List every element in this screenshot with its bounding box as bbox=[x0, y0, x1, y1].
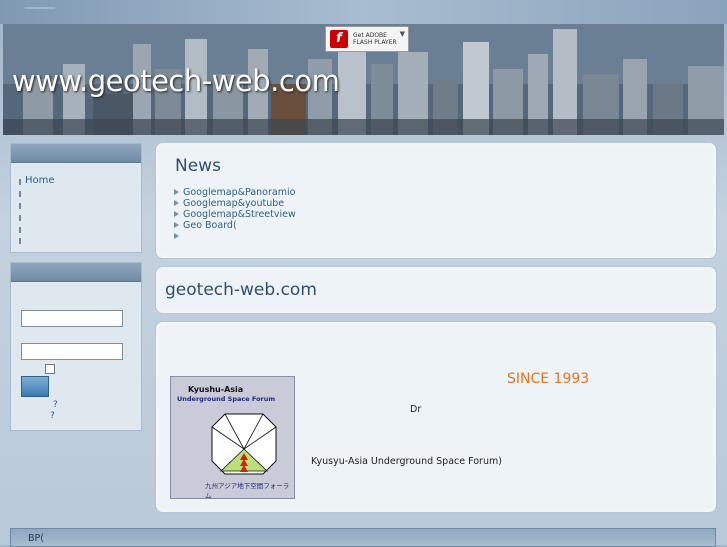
news-panel: News Googlemap&Panoramio Googlemap&youtu… bbox=[155, 142, 717, 259]
dr-text: Dr bbox=[410, 404, 422, 415]
flash-badge-line1: Get ADOBE bbox=[353, 32, 387, 39]
menu-bullet-icon bbox=[19, 227, 21, 233]
news-item-label: Googlemap&Streetview bbox=[183, 209, 296, 220]
top-decor-strip bbox=[0, 0, 727, 24]
footer-bar: BP( bbox=[10, 528, 716, 547]
site-name-heading: geotech-web.com bbox=[165, 280, 317, 300]
sidebar-login-header bbox=[11, 263, 141, 282]
flash-badge-text: Get ADOBE FLASH PLAYER bbox=[353, 32, 397, 46]
get-flash-player-button[interactable]: f Get ADOBE FLASH PLAYER ▼ bbox=[325, 26, 409, 52]
password-input[interactable] bbox=[21, 343, 123, 360]
content-panel: Kyushu-Asia Underground Space Forum 九州アジ… bbox=[155, 321, 717, 513]
forum-emblem-icon bbox=[211, 413, 277, 475]
footer-text: BP( bbox=[28, 533, 44, 544]
news-item[interactable]: Googlemap&Streetview bbox=[174, 209, 296, 220]
since-label: SINCE 1993 bbox=[507, 371, 590, 387]
logo-subtitle: Underground Space Forum bbox=[177, 395, 276, 403]
flash-badge-line2: FLASH PLAYER bbox=[353, 39, 397, 46]
arrow-right-icon bbox=[174, 233, 179, 239]
username-input[interactable] bbox=[21, 310, 123, 327]
forgot-password-link[interactable]: ? bbox=[53, 400, 58, 410]
login-button[interactable] bbox=[21, 376, 49, 397]
news-item-label: Googlemap&youtube bbox=[183, 198, 285, 209]
header-banner: www.geotech-web.com f Get ADOBE FLASH PL… bbox=[3, 24, 724, 135]
register-link[interactable]: ? bbox=[50, 411, 55, 421]
news-item[interactable]: Geo Board( bbox=[174, 220, 237, 231]
forum-logo-image: Kyushu-Asia Underground Space Forum 九州アジ… bbox=[170, 376, 295, 500]
news-title: News bbox=[175, 156, 221, 176]
menu-bullet-icon bbox=[19, 238, 21, 244]
arrow-right-icon bbox=[174, 200, 179, 206]
arrow-right-icon bbox=[174, 189, 179, 195]
sidebar-menu-header bbox=[11, 144, 141, 163]
news-item[interactable]: Googlemap&Panoramio bbox=[174, 187, 296, 198]
flash-logo-icon: f bbox=[330, 30, 348, 48]
menu-bullet-icon bbox=[19, 215, 21, 221]
logo-title: Kyushu-Asia bbox=[188, 385, 244, 394]
news-item-label: Geo Board( bbox=[183, 220, 237, 231]
news-item[interactable]: Googlemap&youtube bbox=[174, 198, 285, 209]
menu-bullet-icon bbox=[19, 191, 21, 197]
site-name-panel: geotech-web.com bbox=[155, 266, 717, 314]
sidebar-item-home[interactable]: Home bbox=[25, 175, 55, 186]
forum-text: Kyusyu-Asia Underground Space Forum) bbox=[311, 456, 502, 467]
site-title[interactable]: www.geotech-web.com bbox=[12, 64, 340, 98]
remember-me-checkbox[interactable] bbox=[45, 364, 55, 374]
arrow-right-icon bbox=[174, 211, 179, 217]
sidebar-menu-box: Home bbox=[10, 143, 142, 253]
download-arrow-icon: ▼ bbox=[399, 30, 405, 38]
menu-bullet-icon bbox=[19, 203, 21, 209]
logo-caption: 九州アジア地下空間フォーラム bbox=[205, 482, 290, 500]
arrow-right-icon bbox=[174, 222, 179, 228]
news-item-label: Googlemap&Panoramio bbox=[183, 187, 296, 198]
menu-bullet-icon bbox=[19, 179, 21, 185]
